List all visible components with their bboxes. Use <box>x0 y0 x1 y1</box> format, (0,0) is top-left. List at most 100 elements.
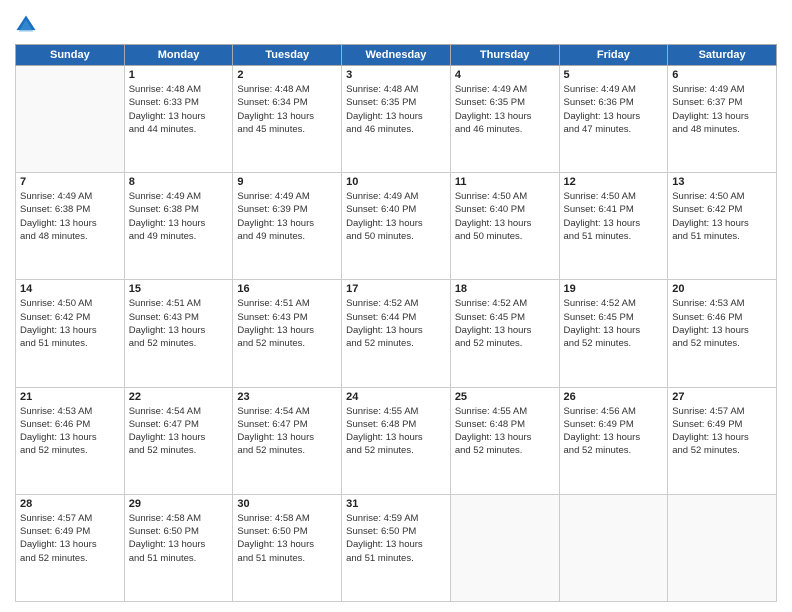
day-info: Sunrise: 4:57 AMSunset: 6:49 PMDaylight:… <box>20 512 120 565</box>
day-number: 21 <box>20 391 120 403</box>
day-info: Sunrise: 4:51 AMSunset: 6:43 PMDaylight:… <box>129 297 229 350</box>
calendar-cell: 31Sunrise: 4:59 AMSunset: 6:50 PMDayligh… <box>342 494 451 601</box>
day-number: 26 <box>564 391 664 403</box>
calendar-cell: 25 Sunrise: 4:55 AMSunset: 6:48 PMDayligh… <box>450 387 559 494</box>
day-info: Sunrise: 4:53 AMSunset: 6:46 PMDaylight:… <box>20 405 120 458</box>
logo-icon <box>15 14 37 36</box>
calendar-cell: 24 Sunrise: 4:55 AMSunset: 6:48 PMDayligh… <box>342 387 451 494</box>
day-number: 8 <box>129 176 229 188</box>
day-of-week-header: Friday <box>559 45 668 66</box>
day-info: Sunrise: 4:55 AMSunset: 6:48 PMDaylight:… <box>455 405 555 458</box>
day-number: 16 <box>237 283 337 295</box>
day-of-week-header: Saturday <box>668 45 777 66</box>
day-info: Sunrise: 4:49 AMSunset: 6:36 PMDaylight:… <box>564 83 664 136</box>
day-of-week-header: Monday <box>124 45 233 66</box>
day-info: Sunrise: 4:50 AMSunset: 6:40 PMDaylight:… <box>455 190 555 243</box>
day-info: Sunrise: 4:58 AMSunset: 6:50 PMDaylight:… <box>129 512 229 565</box>
calendar-cell <box>16 66 125 173</box>
day-number: 19 <box>564 283 664 295</box>
calendar-cell: 19 Sunrise: 4:52 AMSunset: 6:45 PMDayligh… <box>559 280 668 387</box>
day-number: 13 <box>672 176 772 188</box>
day-number: 18 <box>455 283 555 295</box>
day-info: Sunrise: 4:49 AMSunset: 6:38 PMDaylight:… <box>20 190 120 243</box>
day-info: Sunrise: 4:56 AMSunset: 6:49 PMDaylight:… <box>564 405 664 458</box>
day-number: 12 <box>564 176 664 188</box>
day-number: 14 <box>20 283 120 295</box>
day-number: 22 <box>129 391 229 403</box>
day-info: Sunrise: 4:48 AMSunset: 6:34 PMDaylight:… <box>237 83 337 136</box>
day-of-week-header: Tuesday <box>233 45 342 66</box>
day-info: Sunrise: 4:49 AMSunset: 6:35 PMDaylight:… <box>455 83 555 136</box>
day-info: Sunrise: 4:58 AMSunset: 6:50 PMDaylight:… <box>237 512 337 565</box>
calendar-cell: 21 Sunrise: 4:53 AMSunset: 6:46 PMDayligh… <box>16 387 125 494</box>
calendar-cell: 8 Sunrise: 4:49 AMSunset: 6:38 PMDaylight… <box>124 173 233 280</box>
day-number: 23 <box>237 391 337 403</box>
day-number: 3 <box>346 69 446 81</box>
day-of-week-header: Wednesday <box>342 45 451 66</box>
day-info: Sunrise: 4:54 AMSunset: 6:47 PMDaylight:… <box>237 405 337 458</box>
day-info: Sunrise: 4:48 AMSunset: 6:33 PMDaylight:… <box>129 83 229 136</box>
calendar-cell: 11 Sunrise: 4:50 AMSunset: 6:40 PMDayligh… <box>450 173 559 280</box>
day-info: Sunrise: 4:49 AMSunset: 6:37 PMDaylight:… <box>672 83 772 136</box>
calendar-cell: 14Sunrise: 4:50 AMSunset: 6:42 PMDayligh… <box>16 280 125 387</box>
calendar-cell <box>450 494 559 601</box>
day-number: 28 <box>20 498 120 510</box>
day-number: 11 <box>455 176 555 188</box>
day-number: 5 <box>564 69 664 81</box>
day-info: Sunrise: 4:53 AMSunset: 6:46 PMDaylight:… <box>672 297 772 350</box>
day-number: 7 <box>20 176 120 188</box>
day-number: 30 <box>237 498 337 510</box>
day-info: Sunrise: 4:51 AMSunset: 6:43 PMDaylight:… <box>237 297 337 350</box>
calendar-cell: 4 Sunrise: 4:49 AMSunset: 6:35 PMDaylight… <box>450 66 559 173</box>
day-number: 15 <box>129 283 229 295</box>
calendar-cell: 15 Sunrise: 4:51 AMSunset: 6:43 PMDayligh… <box>124 280 233 387</box>
calendar-cell: 26 Sunrise: 4:56 AMSunset: 6:49 PMDayligh… <box>559 387 668 494</box>
calendar-cell: 2 Sunrise: 4:48 AMSunset: 6:34 PMDaylight… <box>233 66 342 173</box>
page-header <box>15 10 777 36</box>
day-info: Sunrise: 4:52 AMSunset: 6:45 PMDaylight:… <box>455 297 555 350</box>
day-of-week-header: Sunday <box>16 45 125 66</box>
calendar-cell: 18 Sunrise: 4:52 AMSunset: 6:45 PMDayligh… <box>450 280 559 387</box>
day-info: Sunrise: 4:48 AMSunset: 6:35 PMDaylight:… <box>346 83 446 136</box>
calendar-cell: 30 Sunrise: 4:58 AMSunset: 6:50 PMDayligh… <box>233 494 342 601</box>
calendar-cell: 28 Sunrise: 4:57 AMSunset: 6:49 PMDayligh… <box>16 494 125 601</box>
day-info: Sunrise: 4:50 AMSunset: 6:42 PMDaylight:… <box>672 190 772 243</box>
calendar-cell: 20 Sunrise: 4:53 AMSunset: 6:46 PMDayligh… <box>668 280 777 387</box>
calendar-cell: 10Sunrise: 4:49 AMSunset: 6:40 PMDayligh… <box>342 173 451 280</box>
calendar-cell: 27 Sunrise: 4:57 AMSunset: 6:49 PMDayligh… <box>668 387 777 494</box>
day-number: 2 <box>237 69 337 81</box>
day-info: Sunrise: 4:49 AMSunset: 6:40 PMDaylight:… <box>346 190 446 243</box>
day-number: 4 <box>455 69 555 81</box>
day-number: 25 <box>455 391 555 403</box>
calendar-cell: 5 Sunrise: 4:49 AMSunset: 6:36 PMDaylight… <box>559 66 668 173</box>
calendar-cell: 23 Sunrise: 4:54 AMSunset: 6:47 PMDayligh… <box>233 387 342 494</box>
day-info: Sunrise: 4:59 AMSunset: 6:50 PMDaylight:… <box>346 512 446 565</box>
calendar-cell: 13 Sunrise: 4:50 AMSunset: 6:42 PMDayligh… <box>668 173 777 280</box>
calendar-cell: 29 Sunrise: 4:58 AMSunset: 6:50 PMDayligh… <box>124 494 233 601</box>
day-info: Sunrise: 4:52 AMSunset: 6:45 PMDaylight:… <box>564 297 664 350</box>
day-number: 9 <box>237 176 337 188</box>
day-number: 20 <box>672 283 772 295</box>
day-number: 17 <box>346 283 446 295</box>
day-info: Sunrise: 4:49 AMSunset: 6:38 PMDaylight:… <box>129 190 229 243</box>
day-info: Sunrise: 4:50 AMSunset: 6:41 PMDaylight:… <box>564 190 664 243</box>
calendar-cell: 17 Sunrise: 4:52 AMSunset: 6:44 PMDayligh… <box>342 280 451 387</box>
day-info: Sunrise: 4:49 AMSunset: 6:39 PMDaylight:… <box>237 190 337 243</box>
calendar-cell: 1 Sunrise: 4:48 AMSunset: 6:33 PMDaylight… <box>124 66 233 173</box>
day-number: 29 <box>129 498 229 510</box>
day-info: Sunrise: 4:55 AMSunset: 6:48 PMDaylight:… <box>346 405 446 458</box>
calendar-cell: 12 Sunrise: 4:50 AMSunset: 6:41 PMDayligh… <box>559 173 668 280</box>
calendar-cell: 7 Sunrise: 4:49 AMSunset: 6:38 PMDaylight… <box>16 173 125 280</box>
calendar-cell: 16 Sunrise: 4:51 AMSunset: 6:43 PMDayligh… <box>233 280 342 387</box>
calendar-cell: 9 Sunrise: 4:49 AMSunset: 6:39 PMDaylight… <box>233 173 342 280</box>
day-info: Sunrise: 4:57 AMSunset: 6:49 PMDaylight:… <box>672 405 772 458</box>
day-number: 1 <box>129 69 229 81</box>
day-info: Sunrise: 4:52 AMSunset: 6:44 PMDaylight:… <box>346 297 446 350</box>
day-number: 27 <box>672 391 772 403</box>
day-number: 6 <box>672 69 772 81</box>
day-info: Sunrise: 4:54 AMSunset: 6:47 PMDaylight:… <box>129 405 229 458</box>
calendar-cell: 6 Sunrise: 4:49 AMSunset: 6:37 PMDaylight… <box>668 66 777 173</box>
calendar-cell: 3 Sunrise: 4:48 AMSunset: 6:35 PMDaylight… <box>342 66 451 173</box>
calendar-cell <box>668 494 777 601</box>
day-number: 24 <box>346 391 446 403</box>
